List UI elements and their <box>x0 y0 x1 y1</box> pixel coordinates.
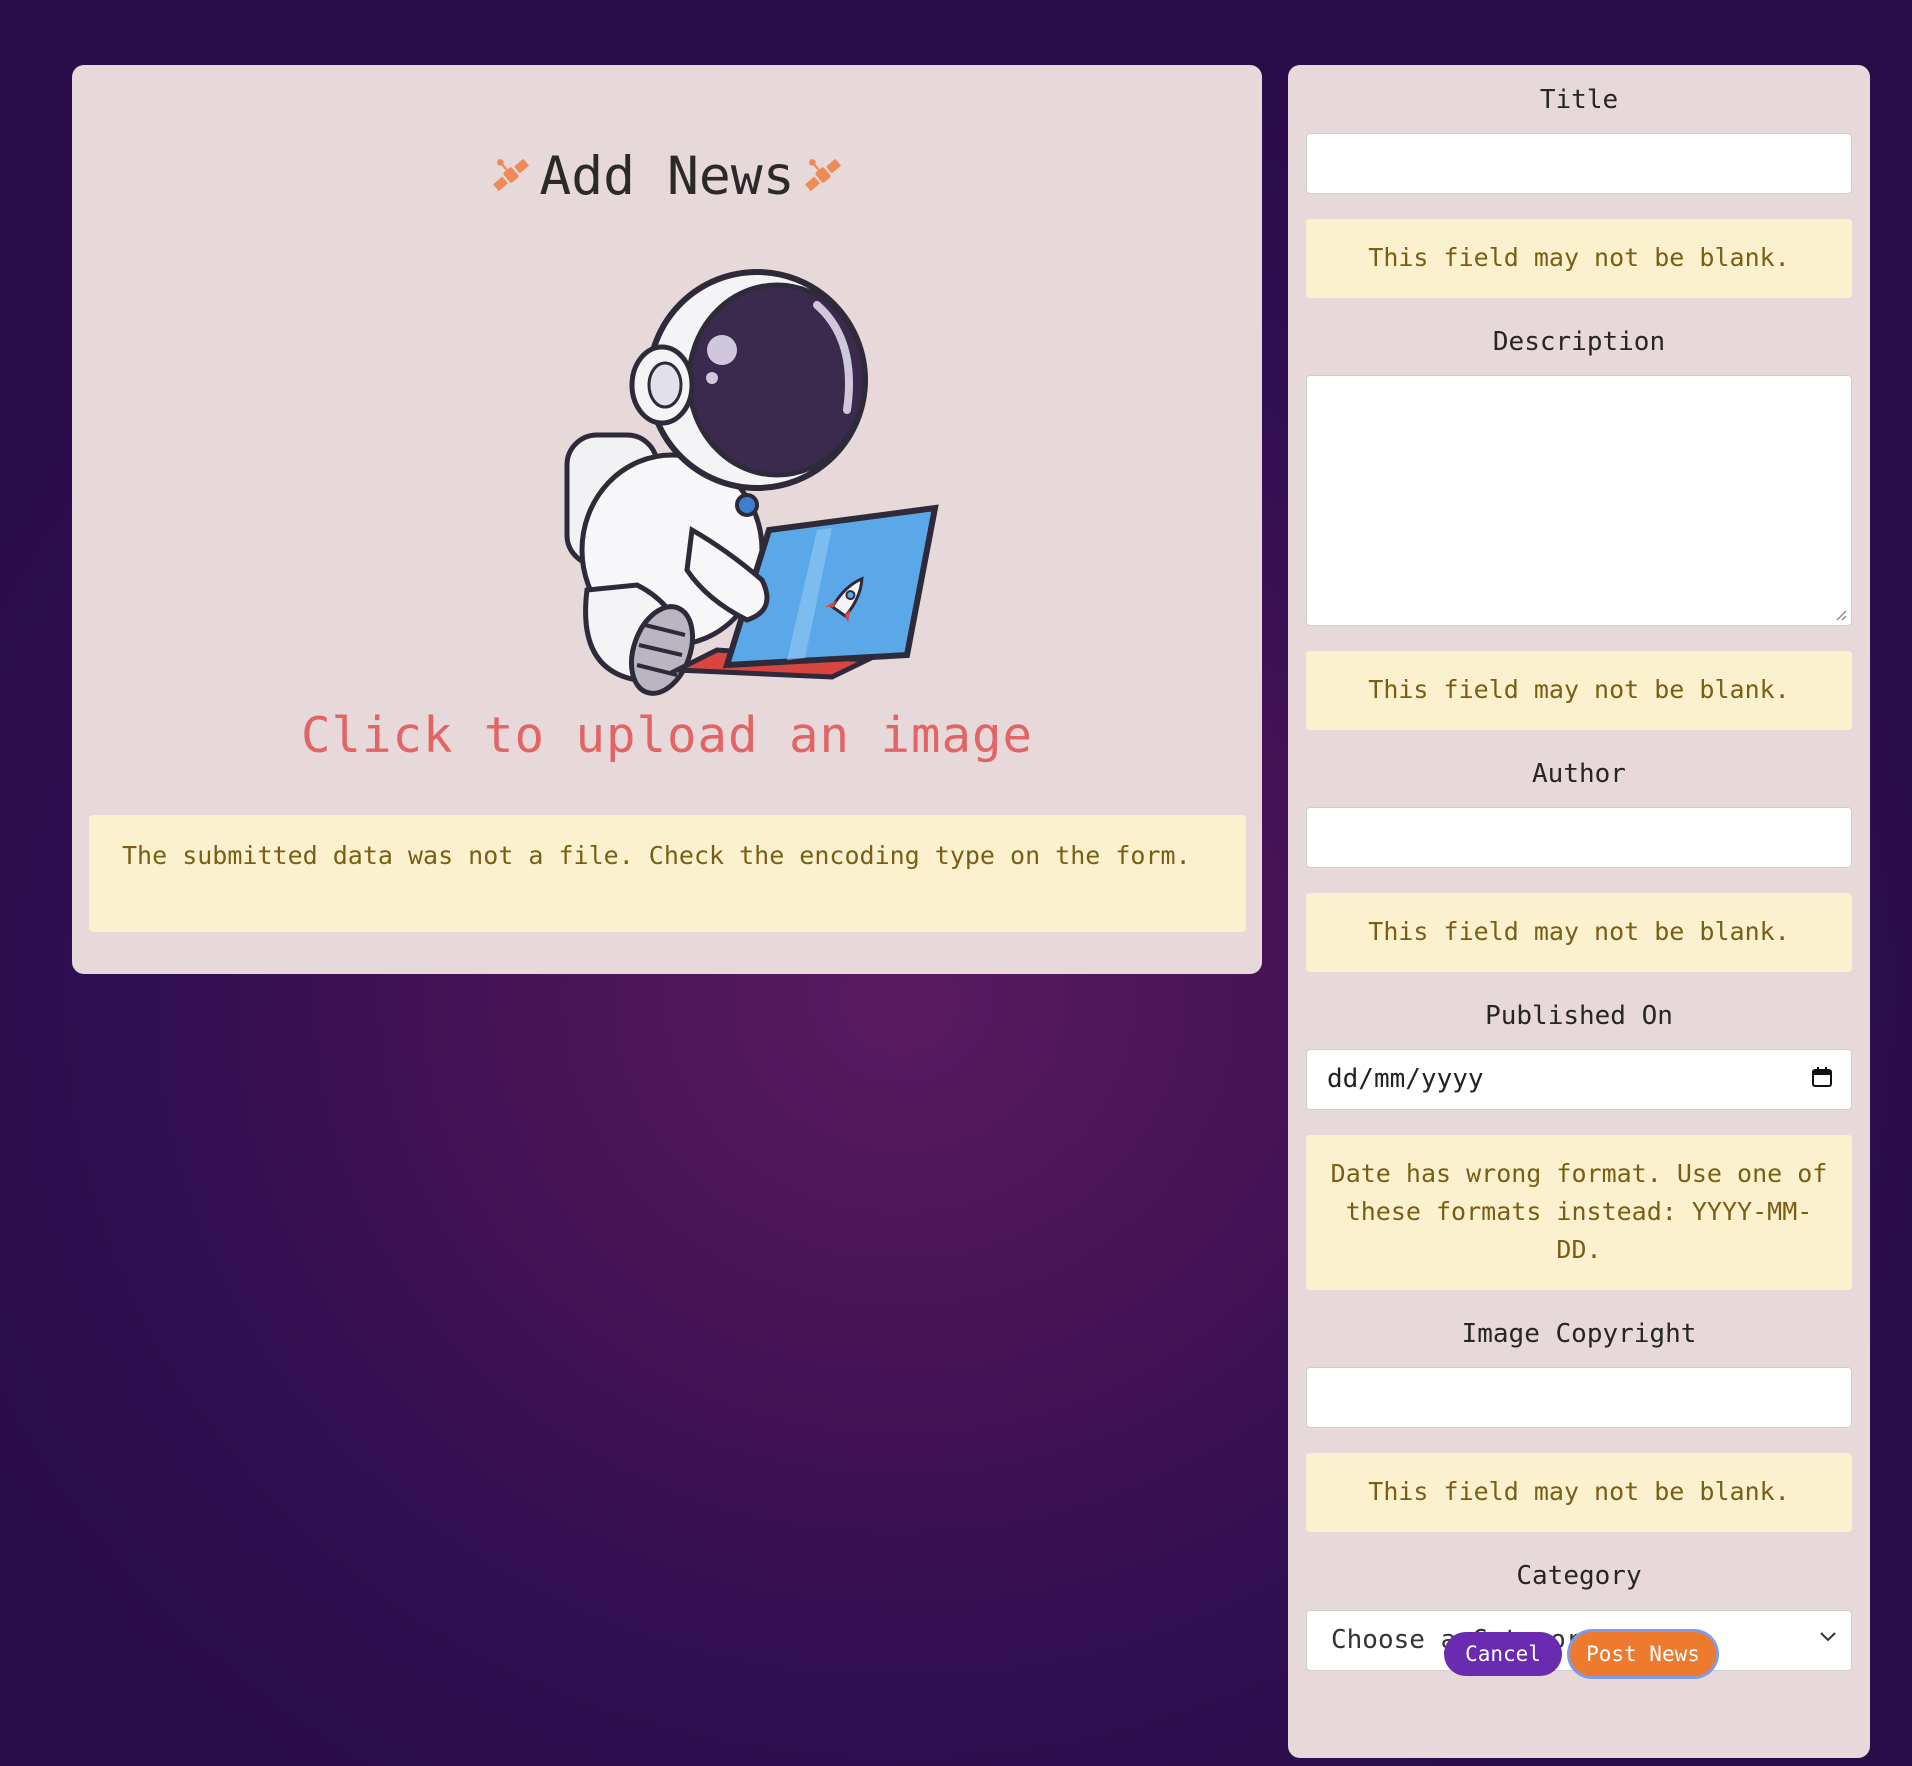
image-copyright-error: This field may not be blank. <box>1306 1453 1852 1532</box>
author-label: Author <box>1532 759 1626 789</box>
title-input[interactable] <box>1306 133 1852 194</box>
published-on-error: Date has wrong format. Use one of these … <box>1306 1135 1852 1290</box>
image-error-message: The submitted data was not a file. Check… <box>89 815 1246 932</box>
title-error: This field may not be blank. <box>1306 219 1852 298</box>
astronaut-illustration[interactable] <box>487 230 967 700</box>
published-on-label: Published On <box>1485 1001 1673 1031</box>
satellite-icon <box>493 159 530 192</box>
description-label: Description <box>1492 327 1666 357</box>
title-label: Title <box>1539 85 1619 115</box>
description-textarea[interactable] <box>1306 375 1852 626</box>
upload-image-prompt[interactable]: Click to upload an image <box>72 707 1262 764</box>
description-error: This field may not be blank. <box>1306 651 1852 730</box>
satellite-icon <box>804 159 841 192</box>
resize-handle-icon[interactable] <box>1835 609 1847 621</box>
author-error: This field may not be blank. <box>1306 893 1852 972</box>
category-label: Category <box>1516 1561 1642 1591</box>
author-input[interactable] <box>1306 807 1852 868</box>
cancel-button[interactable]: Cancel <box>1444 1632 1562 1676</box>
news-form-panel: Title This field may not be blank. Descr… <box>1288 65 1870 1758</box>
post-news-button[interactable]: Post News <box>1570 1632 1716 1676</box>
calendar-icon[interactable] <box>1811 1066 1833 1088</box>
date-placeholder: dd/mm/yyyy <box>1327 1064 1484 1094</box>
page-title: Add News <box>539 146 795 207</box>
published-on-date-input[interactable]: dd/mm/yyyy <box>1306 1049 1852 1110</box>
chevron-down-icon <box>1820 1632 1836 1642</box>
image-copyright-label: Image Copyright <box>1461 1319 1697 1349</box>
image-upload-panel: Add News Click to upload an image The su… <box>72 65 1262 974</box>
page-title-row: Add News <box>72 147 1262 207</box>
image-copyright-input[interactable] <box>1306 1367 1852 1428</box>
